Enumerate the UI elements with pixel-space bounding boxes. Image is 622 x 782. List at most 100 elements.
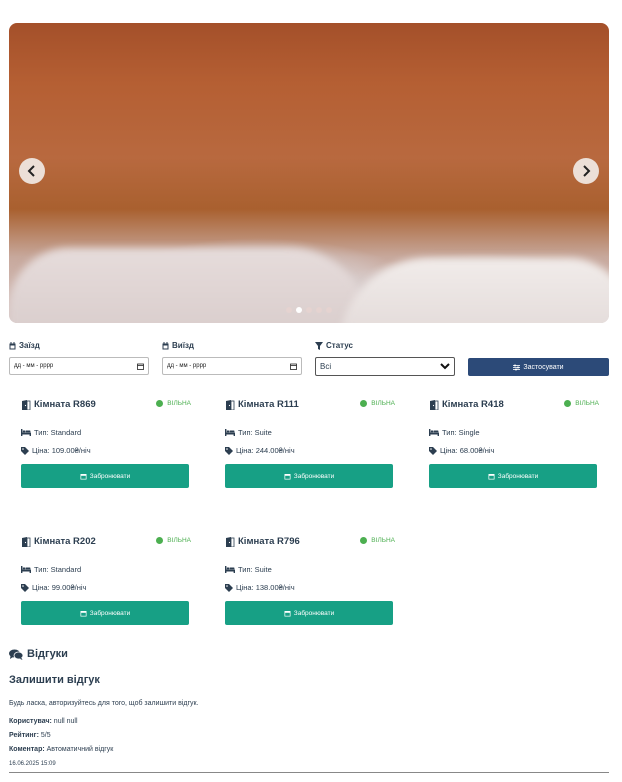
- status-dot: [360, 400, 368, 407]
- book-room-button[interactable]: Забронювати: [21, 464, 189, 488]
- carousel-dot[interactable]: [326, 307, 332, 313]
- bed-icon: [21, 429, 31, 436]
- room-status-badge: ВІЛЬНА: [360, 400, 395, 407]
- book-room-button[interactable]: Забронювати: [225, 601, 393, 625]
- room-price: Ціна: 68.00₴/ніч: [429, 446, 494, 455]
- carousel-dot[interactable]: [316, 307, 322, 313]
- checkout-placeholder: дд - мм - рррр: [167, 363, 207, 369]
- review-comment: Коментар: Автоматичний відгук: [9, 746, 113, 753]
- room-type-text: Тип: Suite: [238, 565, 272, 574]
- room-price-text: Ціна: 109.00₴/ніч: [32, 446, 91, 455]
- carousel-prev-button[interactable]: [19, 158, 45, 184]
- bed-icon: [21, 566, 31, 573]
- room-card: Кімната R869 ВІЛЬНА Тип: Standard Ціна: …: [21, 393, 191, 488]
- checkin-label: Заїзд: [9, 341, 40, 350]
- bed-icon: [225, 566, 235, 573]
- bed-icon: [225, 429, 235, 436]
- calendar-icon: [80, 473, 87, 479]
- book-room-button[interactable]: Забронювати: [21, 601, 189, 625]
- tag-icon: [429, 446, 437, 455]
- tag-icon: [21, 583, 29, 592]
- leave-review-heading: Залишити відгук: [9, 674, 100, 686]
- tag-icon: [21, 446, 29, 455]
- room-title: Кімната R869: [21, 399, 96, 410]
- room-card: Кімната R418 ВІЛЬНА Тип: Single Ціна: 68…: [429, 393, 599, 488]
- door-icon: [22, 536, 31, 547]
- tag-icon: [225, 446, 233, 455]
- room-price: Ціна: 99.00₴/ніч: [21, 583, 86, 592]
- room-status-text: ВІЛЬНА: [371, 537, 395, 544]
- room-status-text: ВІЛЬНА: [167, 537, 191, 544]
- room-status-badge: ВІЛЬНА: [360, 537, 395, 544]
- room-type: Тип: Suite: [225, 428, 272, 437]
- carousel-dot[interactable]: [286, 307, 292, 313]
- review-comment-value: Автоматичний відгук: [46, 746, 114, 753]
- review-rating: Рейтинг: 5/5: [9, 732, 51, 739]
- room-price: Ціна: 138.00₴/ніч: [225, 583, 295, 592]
- apply-filters-label: Застосувати: [523, 363, 564, 371]
- book-room-label: Забронювати: [293, 472, 335, 480]
- door-icon: [226, 536, 235, 547]
- room-title: Кімната R418: [429, 399, 504, 410]
- room-type: Тип: Standard: [21, 428, 81, 437]
- room-title-text: Кімната R796: [238, 536, 300, 547]
- carousel-dot[interactable]: [306, 307, 312, 313]
- calendar-icon: [488, 473, 495, 479]
- pillow-right: [339, 258, 609, 323]
- calendar-icon: [284, 610, 291, 616]
- bed-icon: [429, 429, 439, 436]
- chevron-down-icon: [440, 363, 450, 370]
- room-card: Кімната R202 ВІЛЬНА Тип: Standard Ціна: …: [21, 530, 191, 625]
- sliders-icon: [513, 364, 521, 370]
- status-dot: [156, 400, 164, 407]
- room-status-badge: ВІЛЬНА: [156, 537, 191, 544]
- calendar-check-icon: [162, 341, 169, 349]
- calendar-icon: [9, 341, 16, 349]
- status-select[interactable]: Всі: [315, 357, 455, 376]
- room-price-text: Ціна: 138.00₴/ніч: [236, 583, 295, 592]
- room-price-text: Ціна: 99.00₴/ніч: [32, 583, 87, 592]
- filter-icon: [315, 341, 323, 350]
- book-room-label: Забронювати: [497, 472, 539, 480]
- book-room-label: Забронювати: [89, 609, 131, 617]
- room-type-text: Тип: Single: [442, 428, 480, 437]
- checkin-date-input[interactable]: дд - мм - рррр: [9, 357, 149, 375]
- calendar-icon: [284, 473, 291, 479]
- room-status-text: ВІЛЬНА: [575, 400, 599, 407]
- book-room-button[interactable]: Забронювати: [429, 464, 597, 488]
- door-icon: [22, 399, 31, 410]
- calendar-picker-icon[interactable]: [137, 363, 144, 370]
- carousel-indicators: [286, 307, 332, 313]
- tag-icon: [225, 583, 233, 592]
- checkin-label-text: Заїзд: [19, 341, 40, 350]
- review-rating-value: 5/5: [40, 732, 51, 739]
- calendar-icon: [80, 610, 87, 616]
- review-user: Користувач: null null: [9, 718, 78, 725]
- room-title-text: Кімната R869: [34, 399, 96, 410]
- calendar-picker-icon[interactable]: [290, 363, 297, 370]
- door-icon: [226, 399, 235, 410]
- checkout-date-input[interactable]: дд - мм - рррр: [162, 357, 302, 375]
- checkin-placeholder: дд - мм - рррр: [14, 363, 54, 369]
- room-status-text: ВІЛЬНА: [371, 400, 395, 407]
- apply-filters-button[interactable]: Застосувати: [468, 358, 609, 376]
- room-type: Тип: Standard: [21, 565, 81, 574]
- review-comment-label: Коментар:: [9, 746, 45, 753]
- status-selected-value: Всі: [320, 362, 332, 371]
- review-user-label: Користувач:: [9, 718, 52, 725]
- room-card: Кімната R111 ВІЛЬНА Тип: Suite Ціна: 244…: [225, 393, 395, 488]
- book-room-button[interactable]: Забронювати: [225, 464, 393, 488]
- room-status-text: ВІЛЬНА: [167, 400, 191, 407]
- room-price-text: Ціна: 68.00₴/ніч: [440, 446, 495, 455]
- room-price: Ціна: 244.00₴/ніч: [225, 446, 295, 455]
- review-rating-label: Рейтинг:: [9, 732, 39, 739]
- carousel-next-button[interactable]: [573, 158, 599, 184]
- chevron-left-icon: [27, 165, 35, 177]
- reviews-heading: Відгуки: [9, 648, 68, 660]
- room-carousel: [9, 23, 609, 323]
- room-title-text: Кімната R418: [442, 399, 504, 410]
- carousel-dot-active[interactable]: [296, 307, 302, 313]
- room-type: Тип: Suite: [225, 565, 272, 574]
- room-type-text: Тип: Standard: [34, 565, 82, 574]
- room-title: Кімната R202: [21, 536, 96, 547]
